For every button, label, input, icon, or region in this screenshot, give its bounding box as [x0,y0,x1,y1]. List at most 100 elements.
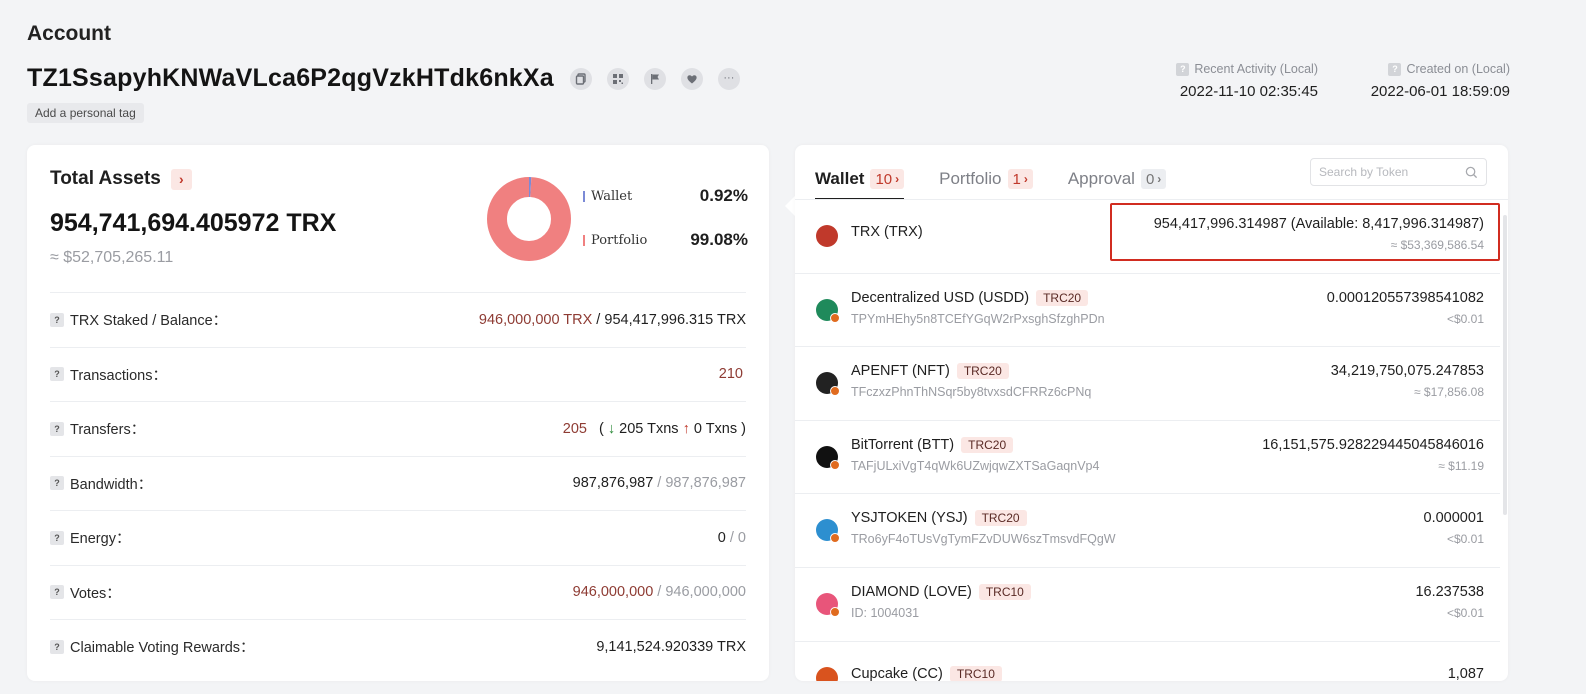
token-standard-badge: TRC20 [1036,289,1089,306]
token-contract[interactable]: TFczxzPhnThNSqr5by8tvxsdCFRRz6cPNq [851,385,1091,399]
stat-label: Energy： [70,531,131,548]
token-row[interactable]: Cupcake (CC) TRC10 1,087 [795,642,1500,681]
highlight-box [1110,203,1500,261]
transfers-in: 205 Txns [619,420,679,437]
tab-wallet[interactable]: Wallet 10 › [815,159,905,200]
total-assets-title: Total Assets › [50,168,192,190]
separator: / [725,529,738,546]
tab-portfolio[interactable]: Portfolio 1 › [939,159,1033,199]
token-row[interactable]: BitTorrent (BTT) TRC20 TAFjULxiVgT4qWk6UZw… [795,421,1500,495]
token-amount: 16,151,575.928229445045846016 [1262,436,1484,453]
transactions-value[interactable]: 210 [719,366,743,382]
tab-approval[interactable]: Approval 0 › [1068,159,1167,199]
help-icon[interactable]: ? [50,639,64,654]
token-amount: 1,087 [1447,665,1484,681]
chevron-right-icon: › [895,172,900,186]
stat-label: Claimable Voting Rewards： [70,640,255,657]
bandwidth-used: 987,876,987 [572,475,654,492]
token-contract[interactable]: TPYmHEhy5n8TCEfYGqW2rPxsghSfzghPDn [851,312,1105,326]
search-input[interactable] [1319,165,1459,179]
token-name[interactable]: BitTorrent (BTT) TRC20 [851,436,1014,453]
token-name-label: APENFT (NFT) [851,363,950,380]
token-standard-badge: TRC20 [974,510,1027,527]
help-icon[interactable]: ? [50,367,64,382]
copy-icon [575,72,586,85]
help-icon[interactable]: ? [50,530,64,545]
tab-count: 10 [875,170,893,188]
token-row[interactable]: YSJTOKEN (YSJ) TRC20 TRo6yF4oTUsVgTymFZvDU… [795,494,1500,568]
token-row[interactable]: TRX (TRX) 954,417,996.314987 (Available: … [795,200,1500,274]
flag-icon [650,73,659,84]
staked-value[interactable]: 946,000,000 TRX [479,312,592,328]
scrollbar[interactable] [1503,215,1507,515]
stat-bandwidth: ? Bandwidth： 987,876,987 / 987,876,987 [50,455,746,511]
help-icon[interactable]: ? [50,585,64,600]
qrcode-icon [612,73,623,84]
chevron-right-icon: › [1157,172,1162,186]
token-row[interactable]: DIAMOND (LOVE) TRC10 ID: 1004031 16.237538 <… [795,568,1500,642]
token-name-label: BitTorrent (BTT) [851,436,955,453]
token-list: TRX (TRX) 954,417,996.314987 (Available: … [795,200,1500,681]
token-row[interactable]: Decentralized USD (USDD) TRC20 TPYmHEhy5n8… [795,274,1500,348]
stat-label: TRX Staked / Balance： [70,313,228,330]
help-icon[interactable]: ? [50,476,64,491]
token-row[interactable]: APENFT (NFT) TRC20 TFczxzPhnThNSqr5by8tvxs… [795,347,1500,421]
total-assets-expand-button[interactable]: › [170,168,192,190]
search-icon[interactable] [1465,166,1478,179]
token-contract[interactable]: ID: 1004031 [851,606,919,620]
total-assets-usd: ≈ $52,705,265.11 [50,249,174,266]
arrow-down-icon: ↓ [607,420,616,437]
token-standard-badge: TRC10 [949,665,1002,681]
separator: / [653,475,666,492]
token-name[interactable]: TRX (TRX) [851,224,923,240]
tab-count-badge: 1 › [1007,169,1033,189]
help-icon[interactable]: ? [1388,62,1402,76]
donut-slice-portfolio[interactable] [487,177,571,261]
token-name[interactable]: YSJTOKEN (YSJ) TRC20 [851,510,1027,527]
stat-staked-balance: ? TRX Staked / Balance： 946,000,000 TRX /… [50,292,746,347]
stat-label: Transactions： [70,367,167,384]
total-assets-card: Total Assets › 954,741,694.405972 TRX ≈ … [27,145,769,681]
verified-icon [830,606,840,617]
flag-button[interactable] [643,67,666,90]
help-icon[interactable]: ? [50,421,64,436]
token-name[interactable]: Cupcake (CC) TRC10 [851,665,1002,681]
transfers-value[interactable]: 205 [563,421,587,437]
bandwidth-total: 987,876,987 [665,475,746,492]
stat-transactions: ? Transactions： 210 [50,346,746,402]
tab-label: Portfolio [939,169,1002,188]
token-name[interactable]: APENFT (NFT) TRC20 [851,363,1009,380]
copy-button[interactable] [569,67,592,90]
token-name-label: Cupcake (CC) [851,665,943,681]
address-row: TZ1SsapyhKNWaVLca6P2qgVzkHTdk6nkXa ··· [27,64,755,93]
favorite-button[interactable] [680,67,703,90]
help-icon[interactable]: ? [50,312,64,327]
chevron-right-icon: › [1023,172,1028,186]
energy-used: 0 [717,529,726,546]
token-amount: 16.237538 [1415,583,1484,600]
account-stats: ? TRX Staked / Balance： 946,000,000 TRX /… [50,292,746,674]
help-icon[interactable]: ? [1176,62,1190,76]
token-standard-badge: TRC20 [961,436,1014,453]
stat-rewards: ? Claimable Voting Rewards： 9,141,524.920… [50,619,746,674]
legend-portfolio-label: Portfolio [591,232,648,248]
legend-portfolio-swatch [583,234,585,246]
rewards-value: 9,141,524.920339 TRX [596,638,746,655]
token-name[interactable]: Decentralized USD (USDD) TRC20 [851,289,1089,306]
qrcode-button[interactable] [606,67,629,90]
separator: / [653,584,666,601]
add-personal-tag-button[interactable]: Add a personal tag [27,103,144,123]
cupcake-icon [816,666,838,681]
card-pointer [785,196,795,216]
legend-wallet-swatch [583,190,585,202]
token-contract[interactable]: TAFjULxiVgT4qWk6UZwjqwZXTSaGaqnVp4 [851,459,1099,473]
verified-icon [830,459,840,470]
votes-used[interactable]: 946,000,000 [573,584,654,600]
more-button[interactable]: ··· [717,67,740,90]
token-contract[interactable]: TRo6yF4oTUsVgTymFZvDUW6szTmsvdFQgW [851,532,1116,546]
token-usd-value: ≈ $11.19 [1438,458,1484,473]
token-name[interactable]: DIAMOND (LOVE) TRC10 [851,583,1031,600]
tab-count-badge: 10 › [870,169,905,189]
verified-icon [830,312,840,323]
tab-count-badge: 0 › [1140,169,1167,189]
